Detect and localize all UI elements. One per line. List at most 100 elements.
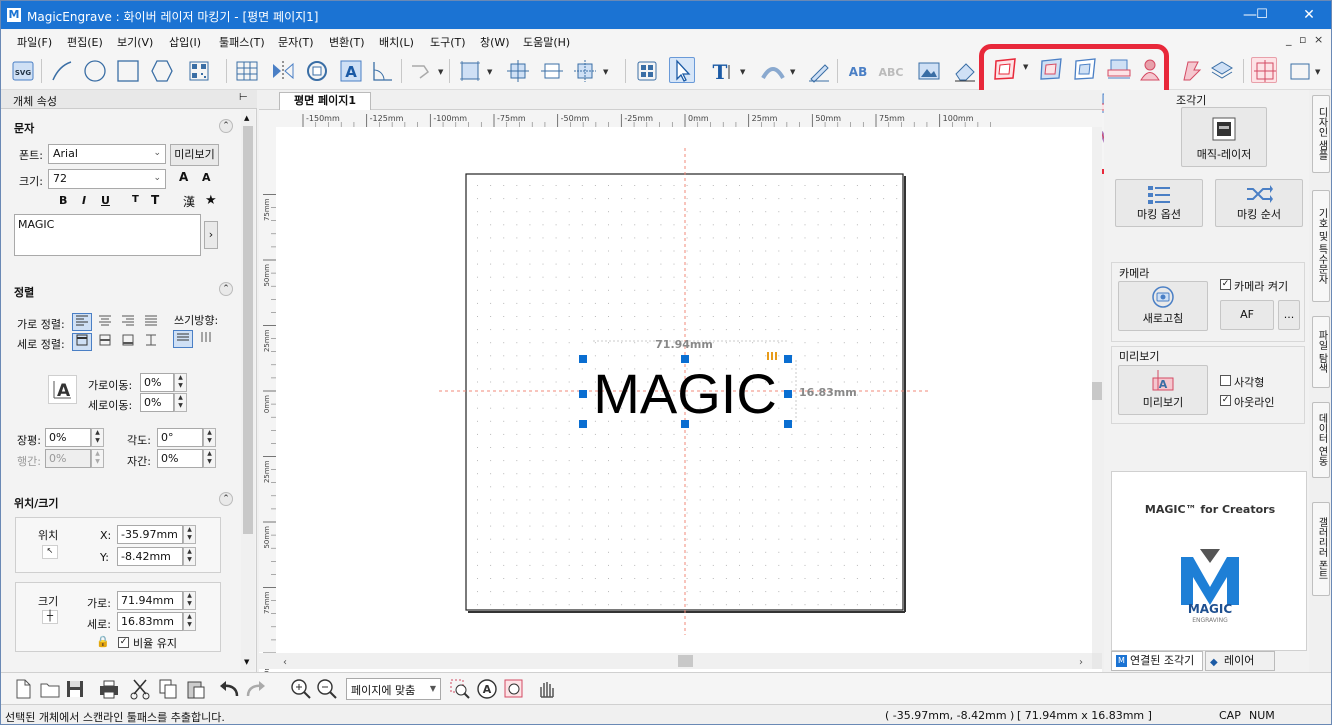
design-canvas[interactable]: -150mm -125mm -100mm -75mm -50mm -25mm 0mm 25mm… [259, 110, 1102, 672]
marking-option-button[interactable]: 마킹 옵션 [1115, 179, 1203, 227]
cut-icon[interactable] [128, 677, 152, 701]
cut-shape-icon[interactable] [1177, 57, 1203, 83]
circle-tool-icon[interactable] [81, 57, 107, 83]
menu-edit[interactable]: 편집(E) [67, 34, 103, 50]
arc-text-tool-icon[interactable] [759, 57, 785, 83]
align-justify-icon[interactable] [141, 313, 161, 331]
valign-justify-icon[interactable] [141, 333, 161, 351]
marking-order-button[interactable]: 마킹 순서 [1215, 179, 1303, 227]
open-folder-icon[interactable] [38, 677, 62, 701]
w-stepper[interactable]: ▲ ▼ [183, 591, 196, 610]
menu-insert[interactable]: 삽입(I) [169, 34, 201, 50]
angle-measure-icon[interactable] [369, 57, 395, 83]
undo-icon[interactable] [217, 677, 241, 701]
stamp-icon[interactable] [1105, 55, 1133, 83]
vtab-file-explorer[interactable]: 파일 탐색 [1312, 316, 1330, 388]
autofocus-button[interactable]: AF [1220, 300, 1274, 330]
align-left-icon[interactable] [72, 313, 92, 331]
position-anchor-icon[interactable]: ↖ [42, 545, 58, 559]
magic-laser-button[interactable]: 매직-레이저 [1181, 107, 1267, 167]
pan-hand-icon[interactable] [534, 677, 558, 701]
h-stepper[interactable]: ▲ ▼ [183, 612, 196, 631]
camera-more-button[interactable]: ... [1278, 300, 1300, 330]
fill-square-icon[interactable] [1071, 55, 1099, 83]
menu-tools[interactable]: 도구(T) [430, 34, 466, 50]
y-input[interactable]: -8.42mm [117, 547, 183, 566]
valign-top-icon[interactable] [72, 333, 92, 351]
mdi-minimize-button[interactable]: _ [1286, 33, 1292, 46]
zoom-selection-icon[interactable] [448, 677, 472, 701]
array-icon[interactable] [633, 57, 659, 83]
vtab-gallery-fonts[interactable]: 갤러리러 폰트 [1312, 502, 1330, 596]
svg-import-icon[interactable]: SVG [9, 57, 35, 83]
ad-banner[interactable]: MAGIC™ for Creators MAGIC ENGRAVING [1111, 471, 1307, 651]
image-icon[interactable] [915, 57, 941, 83]
layers-stack-icon[interactable] [1208, 57, 1234, 83]
portrait-image-icon[interactable] [1136, 55, 1164, 83]
new-file-icon[interactable] [11, 677, 35, 701]
angle-stepper[interactable]: ▲ ▼ [203, 428, 216, 447]
zoom-out-icon[interactable] [315, 677, 339, 701]
frame-icon[interactable] [1286, 57, 1312, 83]
menu-window[interactable]: 창(W) [480, 34, 510, 50]
menu-text[interactable]: 문자(T) [278, 34, 314, 50]
save-icon[interactable] [63, 677, 87, 701]
h-input[interactable]: 16.83mm [117, 612, 183, 631]
line-tool-icon[interactable] [48, 57, 74, 83]
crosshair-icon[interactable] [1251, 57, 1277, 83]
vertical-write-icon[interactable] [196, 330, 216, 348]
width-ratio-stepper[interactable]: ▲ ▼ [91, 428, 104, 447]
angle-input[interactable]: 0° [157, 428, 203, 447]
paste-icon[interactable] [184, 677, 208, 701]
font-size-up-button[interactable]: A [179, 170, 188, 184]
close-button[interactable]: ✕ [1295, 5, 1323, 25]
italic-button[interactable]: I [82, 194, 86, 207]
zoom-page-icon[interactable] [502, 677, 526, 701]
polygon-tool-icon[interactable] [148, 57, 174, 83]
font-select[interactable]: Arial ⌄ [48, 144, 166, 164]
h-move-input[interactable]: 0% [140, 373, 174, 392]
text-outline-icon[interactable]: AB [844, 57, 870, 83]
font-preview-button[interactable]: 미리보기 [170, 144, 219, 166]
outline-square-red-icon[interactable] [991, 55, 1019, 83]
zoom-in-icon[interactable] [289, 677, 313, 701]
qr-code-icon[interactable] [185, 57, 211, 83]
group-icon[interactable] [571, 57, 597, 83]
h-move-stepper[interactable]: ▲ ▼ [174, 373, 187, 392]
pen-edit-icon[interactable] [805, 57, 831, 83]
x-stepper[interactable]: ▲ ▼ [183, 525, 196, 544]
copy-icon[interactable] [156, 677, 180, 701]
v-move-input[interactable]: 0% [140, 393, 174, 412]
rectangle-checkbox[interactable]: ✓ [1220, 375, 1231, 386]
subscript-button[interactable]: T [151, 193, 159, 207]
arc-text-icon[interactable] [303, 57, 329, 83]
redo-icon[interactable] [244, 677, 268, 701]
vtab-symbols[interactable]: 기호 및 특수문자 [1312, 190, 1330, 302]
refresh-button[interactable]: 새로고침 [1118, 281, 1208, 331]
preview-run-button[interactable]: A 미리보기 [1118, 365, 1208, 415]
superscript-button[interactable]: T [132, 194, 139, 205]
size-anchor-icon[interactable]: ┼ [42, 610, 58, 624]
text-box-icon[interactable]: A [337, 57, 363, 83]
font-size-down-button[interactable]: A [202, 171, 211, 184]
outline-checkbox[interactable]: ✓ [1220, 395, 1231, 406]
left-panel-scrollbar[interactable]: ▲ ▼ [241, 110, 255, 670]
vtab-design-samples[interactable]: 디자인 샘플 [1312, 95, 1330, 173]
width-ratio-input[interactable]: 0% [45, 428, 91, 447]
mdi-close-button[interactable]: × [1314, 33, 1323, 46]
shape-tool-icon[interactable] [407, 57, 433, 83]
maximize-button[interactable]: ☐ [1248, 5, 1276, 25]
v-move-stepper[interactable]: ▲ ▼ [174, 393, 187, 412]
char-gap-input[interactable]: 0% [157, 449, 203, 468]
collapse-pos-icon[interactable]: ⌃ [219, 492, 233, 506]
table-tool-icon[interactable] [233, 57, 259, 83]
w-input[interactable]: 71.94mm [117, 591, 183, 610]
tab-layer[interactable]: ◆ 레이어 [1205, 651, 1275, 671]
mdi-restore-button[interactable]: ▫ [1299, 33, 1306, 46]
grid-select-icon[interactable] [456, 57, 482, 83]
rectangle-tool-icon[interactable] [114, 57, 140, 83]
vtab-data-link[interactable]: 데이터 연동 [1312, 402, 1330, 478]
menu-help[interactable]: 도움말(H) [523, 34, 570, 50]
pin-icon[interactable]: ⊢ [239, 92, 248, 103]
zoom-text-icon[interactable]: A [475, 677, 499, 701]
